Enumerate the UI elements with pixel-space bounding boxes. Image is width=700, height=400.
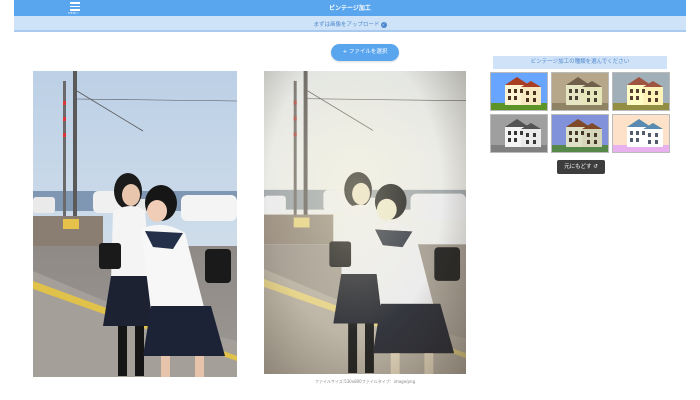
file-info: ファイルサイズ:530x800ファイルタイプ：image/png — [314, 379, 416, 384]
filter-thumbnail-cool[interactable] — [551, 114, 609, 153]
check-circle-icon: ✓ — [380, 21, 387, 28]
undo-icon: ↺ — [591, 164, 598, 170]
filter-thumbnail-sepia[interactable] — [551, 72, 609, 111]
app-header: MENU ビンテージ加工 — [14, 0, 686, 16]
page-title: ビンテージ加工 — [329, 5, 371, 12]
filter-thumbnail-vivid[interactable] — [490, 72, 548, 111]
original-image — [33, 71, 237, 377]
filter-thumbnail-monochrome[interactable] — [490, 114, 548, 153]
processed-image — [264, 71, 466, 374]
reset-button[interactable]: 元にもどす ↺ — [557, 160, 605, 174]
upload-notice-text: まずは画像をアップロード — [313, 22, 380, 28]
reset-label: 元にもどす — [564, 164, 592, 170]
filter-heading: ビンテージ加工の種類を選んでください — [493, 56, 667, 69]
filter-thumbnail-bright[interactable] — [612, 114, 670, 153]
filter-thumbnail-warm[interactable] — [612, 72, 670, 111]
choose-file-button[interactable]: + ファイルを選択 — [331, 44, 399, 61]
upload-notice: まずは画像をアップロード ✓ — [14, 16, 686, 32]
